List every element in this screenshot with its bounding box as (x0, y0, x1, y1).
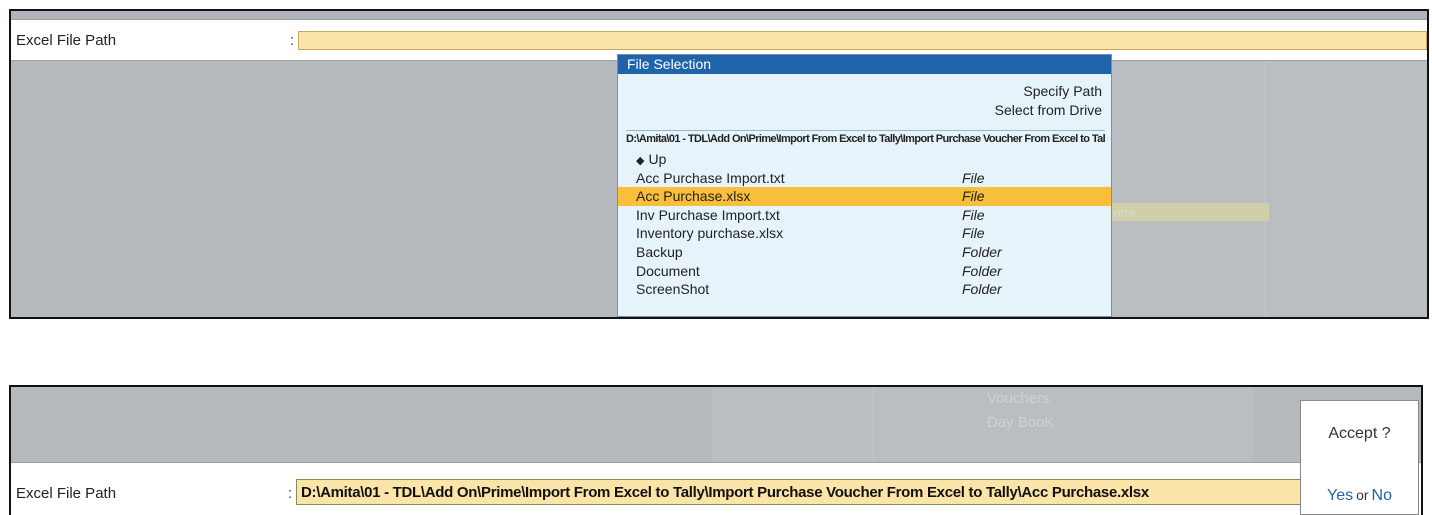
item-name: Inv Purchase Import.txt (636, 206, 780, 223)
up-item: ◆ Up (636, 150, 666, 171)
item-name: Backup (636, 243, 683, 260)
excel-file-path-label: Excel File Path (16, 485, 117, 502)
item-type: File (962, 169, 985, 186)
field-colon: : (290, 32, 295, 49)
file-selection-dialog: File Selection Specify Path Select from … (617, 54, 1112, 317)
list-item[interactable]: Inv Purchase Import.txt File (618, 206, 1111, 225)
accept-options: Yes or No (1301, 487, 1418, 505)
item-name: Inventory purchase.xlsx (636, 225, 784, 242)
list-item[interactable]: Inventory purchase.xlsx File (618, 224, 1111, 243)
screen-file-selection: Excel File Path : orts File Selection Sp… (9, 9, 1429, 319)
item-name: Acc Purchase.xlsx (636, 188, 751, 205)
item-type: Folder (962, 281, 1002, 298)
background-menu-text: orts (1113, 205, 1135, 220)
excel-file-path-input[interactable]: D:\Amita\01 - TDL\Add On\Prime\Import Fr… (296, 479, 1316, 505)
accept-dialog: Accept ? Yes or No (1300, 400, 1419, 515)
background-menu-column (713, 387, 874, 462)
accept-question: Accept ? (1328, 425, 1391, 442)
excel-file-path-label: Excel File Path (16, 32, 117, 49)
item-type: File (962, 188, 985, 205)
item-name: Document (636, 262, 700, 279)
specify-path-option[interactable]: Specify Path (1023, 83, 1102, 99)
list-item[interactable]: ScreenShot Folder (618, 280, 1111, 299)
list-item[interactable]: Backup Folder (618, 243, 1111, 262)
background-menu-column (1105, 61, 1266, 317)
excel-file-path-value: D:\Amita\01 - TDL\Add On\Prime\Import Fr… (301, 484, 1149, 501)
list-item[interactable]: Document Folder (618, 262, 1111, 281)
item-type: File (962, 225, 985, 242)
excel-file-path-input[interactable] (298, 31, 1427, 50)
list-item[interactable]: Acc Purchase Import.txt File (618, 169, 1111, 188)
list-item-selected[interactable]: Acc Purchase.xlsx File (618, 187, 1111, 206)
diamond-icon: ◆ (636, 155, 645, 167)
item-type: Folder (962, 243, 1002, 260)
menu-item-day-book: Day BooK (987, 414, 1055, 431)
dialog-title: File Selection (618, 55, 1111, 74)
item-type: Folder (962, 262, 1002, 279)
list-item-up[interactable]: ◆ Up (618, 150, 1111, 169)
no-button[interactable]: No (1372, 487, 1392, 504)
excel-file-path-row: Excel File Path : D:\Amita\01 - TDL\Add … (11, 462, 1421, 515)
file-list: ◆ Up Acc Purchase Import.txt File Acc Pur… (618, 150, 1111, 299)
field-colon: : (288, 485, 293, 502)
top-strip (11, 11, 1427, 20)
item-type: File (962, 206, 985, 223)
background-menu-column (873, 387, 1254, 462)
select-from-drive-option[interactable]: Select from Drive (995, 102, 1102, 118)
menu-item-vouchers: Vouchers (987, 390, 1050, 407)
screen-path-accept: Vouchers Day BooK Excel File Path : D:\A… (9, 385, 1423, 515)
background-menu-column (1265, 61, 1427, 317)
item-name: Acc Purchase Import.txt (636, 169, 785, 186)
yes-button[interactable]: Yes (1327, 487, 1353, 504)
current-directory-path: D:\Amita\01 - TDL\Add On\Prime\Import Fr… (626, 130, 1105, 145)
up-label: Up (648, 151, 667, 167)
item-name: ScreenShot (636, 281, 710, 298)
or-text: or (1356, 487, 1369, 503)
